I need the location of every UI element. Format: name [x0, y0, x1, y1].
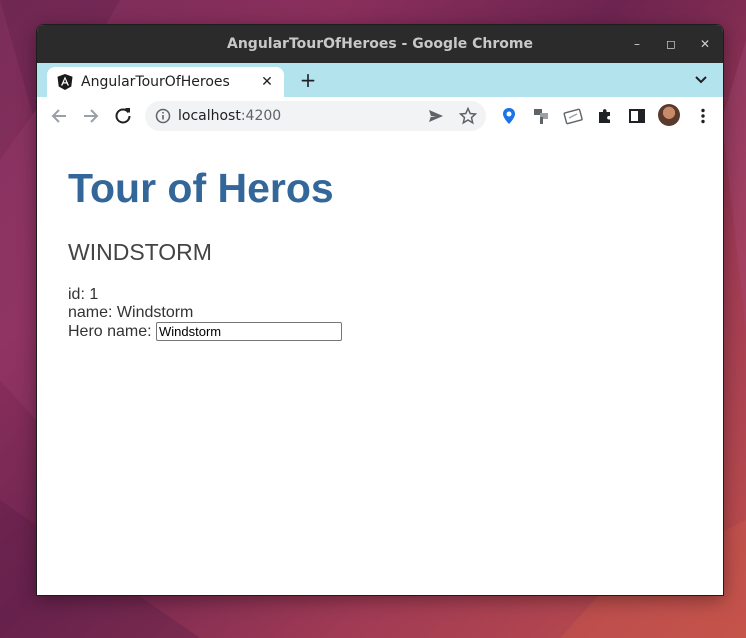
maximize-icon[interactable]: ◻ [661, 34, 681, 54]
hero-id-value: 1 [89, 286, 99, 303]
title-bar: AngularTourOfHeroes - Google Chrome – ◻ … [37, 25, 723, 63]
puzzle-icon[interactable] [595, 106, 615, 126]
plus-icon[interactable]: + [295, 67, 321, 93]
avatar[interactable] [658, 104, 680, 126]
chevron-down-icon[interactable] [691, 69, 711, 89]
close-icon[interactable]: ✕ [695, 34, 715, 54]
send-icon[interactable] [427, 107, 445, 125]
screenshot-extension-icon[interactable] [563, 106, 583, 126]
url-text: localhost:4200 [178, 101, 281, 131]
extension-icon[interactable] [531, 106, 551, 126]
back-arrow-icon[interactable] [48, 105, 70, 127]
minimize-icon[interactable]: – [627, 34, 647, 54]
reload-icon[interactable] [112, 105, 134, 127]
close-icon[interactable]: ✕ [258, 73, 276, 91]
hero-name: name: Windstorm [68, 304, 193, 322]
hero-name-value: Windstorm [116, 304, 194, 321]
side-panel-icon[interactable] [627, 106, 647, 126]
url-port: :4200 [240, 108, 282, 124]
window-title: AngularTourOfHeroes - Google Chrome [227, 36, 533, 52]
location-extension-icon[interactable] [499, 106, 519, 126]
star-icon[interactable] [459, 107, 477, 125]
tab-title: AngularTourOfHeroes [81, 74, 230, 90]
angular-favicon-icon [57, 74, 73, 90]
hero-id: id: 1 [68, 286, 98, 304]
hero-name-label: name: [68, 304, 117, 321]
forward-arrow-icon[interactable] [80, 105, 102, 127]
info-icon[interactable] [155, 108, 171, 124]
url-host: localhost [178, 108, 241, 124]
tab-strip: AngularTourOfHeroes ✕ + [37, 63, 723, 97]
browser-toolbar: localhost:4200 [37, 97, 723, 136]
hero-heading: WINDSTORM [68, 239, 212, 265]
page-title: Tour of Heros [68, 165, 334, 211]
tab-angular[interactable]: AngularTourOfHeroes ✕ [47, 67, 284, 97]
hero-id-label: id: [68, 286, 90, 303]
browser-window: AngularTourOfHeroes - Google Chrome – ◻ … [36, 24, 724, 596]
more-vert-icon[interactable] [693, 106, 713, 126]
address-bar[interactable]: localhost:4200 [145, 101, 486, 131]
hero-name-input[interactable] [156, 322, 342, 341]
hero-name-input-label: Hero name: [68, 323, 152, 340]
page-content: Tour of Heros WINDSTORM id: 1 name: Wind… [37, 135, 723, 595]
